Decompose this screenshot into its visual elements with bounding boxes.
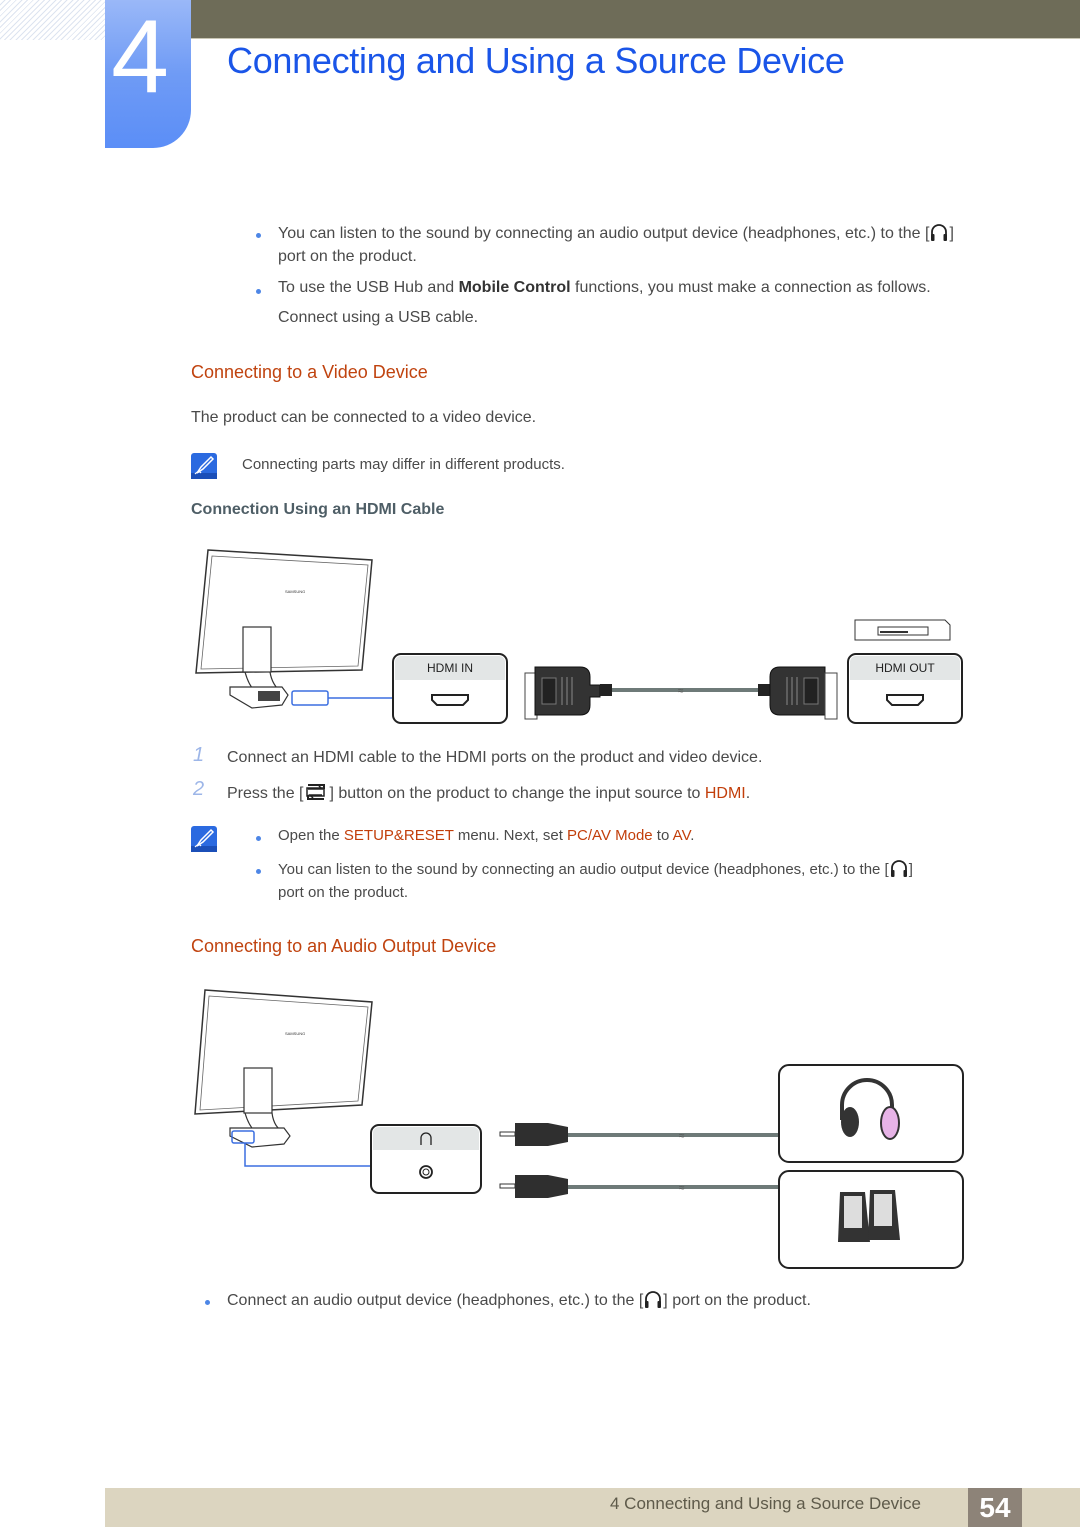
video-player-illustration — [854, 619, 951, 641]
video-section-description: The product can be connected to a video … — [191, 409, 537, 426]
bullet-dot — [256, 233, 261, 238]
hdmi-subheading: Connection Using an HDMI Cable — [191, 501, 445, 518]
headphone-icon — [889, 858, 909, 878]
footer-chapter-title: 4 Connecting and Using a Source Device — [610, 1494, 921, 1513]
intro-bullet-2: To use the USB Hub and Mobile Control fu… — [278, 278, 931, 298]
headphone-icon — [929, 222, 949, 242]
brand-label: SAMSUNG — [285, 1031, 305, 1036]
mobile-control-label: Mobile Control — [458, 279, 571, 296]
audio-section-heading: Connecting to an Audio Output Device — [191, 936, 497, 956]
hdmi-out-port: HDMI OUT — [847, 653, 963, 724]
monitor-illustration: SAMSUNG — [194, 989, 373, 1148]
intro-bullet-1-bracket: ] — [949, 225, 954, 242]
header-bar — [190, 0, 1080, 39]
intro-bullet-1-text: You can listen to the sound by connectin… — [278, 225, 930, 242]
intro-bullet-1: You can listen to the sound by connectin… — [278, 222, 954, 244]
note-setup-text-3: to — [652, 827, 673, 844]
step-number-1: 1 — [193, 744, 205, 766]
bullet-dot — [205, 1300, 210, 1305]
hdmi-plug-left — [524, 666, 612, 720]
note-setup: Open the SETUP&RESET menu. Next, set PC/… — [278, 826, 694, 846]
audio-bullet-text-end: ] port on the product. — [663, 1292, 811, 1309]
source-icon — [306, 784, 326, 800]
hdmi-plug-right — [758, 666, 838, 720]
step-2-period: . — [745, 785, 751, 802]
note-audio: You can listen to the sound by connectin… — [278, 858, 913, 880]
cable-break-mark: ≈ — [678, 686, 684, 697]
intro-bullet-1-line2: port on the product. — [278, 248, 417, 265]
speakers-device-box — [778, 1170, 964, 1269]
chapter-number: 4 — [111, 0, 169, 115]
audio-bullet: Connect an audio output device (headphon… — [227, 1289, 811, 1311]
page-number: 54 — [968, 1488, 1022, 1527]
svg-text:≈: ≈ — [679, 1183, 685, 1194]
note-audio-line2: port on the product. — [278, 884, 409, 901]
monitor-illustration: SAMSUNG — [195, 549, 373, 709]
step-2-text: Press the [ — [227, 785, 304, 802]
headphone-icon — [643, 1289, 663, 1309]
audio-bullet-text: Connect an audio output device (headphon… — [227, 1292, 644, 1309]
intro-bullet-2-line2: Connect using a USB cable. — [278, 309, 479, 326]
hdmi-out-label: HDMI OUT — [875, 661, 935, 675]
note-icon — [191, 826, 217, 852]
header-hatch-decoration — [0, 0, 105, 40]
audio-plug-bottom: ≈ — [499, 1175, 780, 1198]
hdmi-highlight: HDMI — [704, 785, 746, 802]
setup-reset-highlight: SETUP&RESET — [343, 827, 454, 844]
note-audio-text: You can listen to the sound by connectin… — [278, 861, 889, 878]
svg-text:≈: ≈ — [679, 1131, 685, 1142]
audio-port-box — [370, 1124, 482, 1194]
intro-bullet-2-text-end: functions, you must make a connection as… — [570, 279, 931, 296]
intro-bullet-2-text: To use the USB Hub and — [278, 279, 459, 296]
note-audio-bracket: ] — [908, 861, 913, 878]
audio-plug-top: ≈ — [499, 1123, 780, 1146]
audio-connection-diagram: SAMSUNG ≈ ≈ — [194, 989, 964, 1269]
step-2: Press the [ ] button on the product to ch… — [227, 781, 750, 804]
brand-label: SAMSUNG — [285, 589, 305, 594]
hdmi-connection-diagram: SAMSUNG HDMI IN ≈ HDMI OUT — [195, 549, 963, 724]
headphones-device-box — [778, 1064, 964, 1163]
note-setup-period: . — [690, 827, 695, 844]
hdmi-in-label: HDMI IN — [427, 661, 473, 675]
video-section-heading: Connecting to a Video Device — [191, 362, 428, 382]
audio-jack-icon — [419, 1165, 433, 1179]
hdmi-in-port: HDMI IN — [392, 653, 508, 724]
step-2-text-mid: ] button on the product to change the in… — [329, 785, 705, 802]
note-text: Connecting parts may differ in different… — [242, 456, 565, 473]
step-1-text: Connect an HDMI cable to the HDMI ports … — [227, 749, 763, 766]
bullet-dot — [256, 869, 261, 874]
page-title: Connecting and Using a Source Device — [227, 40, 845, 81]
footer-bar — [105, 1488, 1080, 1527]
bullet-dot — [256, 836, 261, 841]
note-setup-text-2: menu. Next, set — [453, 827, 568, 844]
pc-av-mode-highlight: PC/AV Mode — [567, 827, 653, 844]
note-setup-text: Open the — [278, 827, 344, 844]
step-number-2: 2 — [193, 778, 205, 800]
bullet-dot — [256, 289, 261, 294]
note-icon — [191, 453, 217, 479]
av-highlight: AV — [672, 827, 691, 844]
